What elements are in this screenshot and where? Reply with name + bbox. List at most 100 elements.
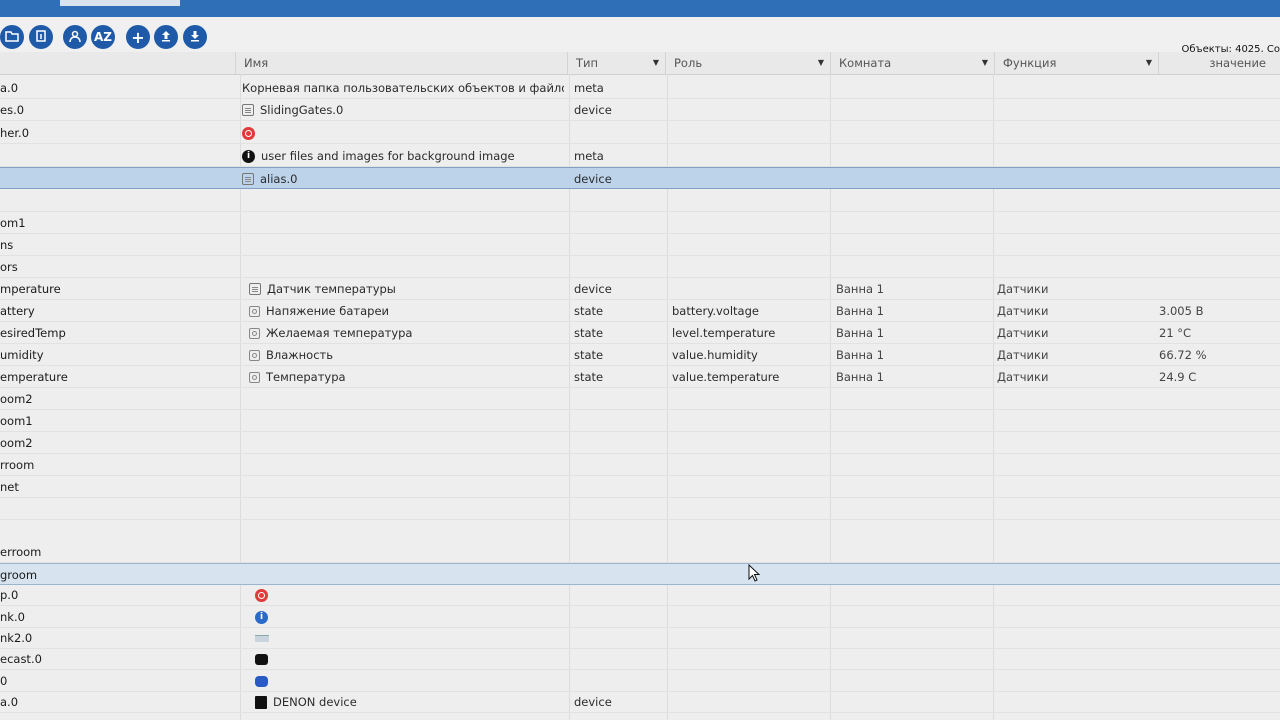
table-row[interactable]: om1 xyxy=(0,212,1280,234)
add-button[interactable]: + xyxy=(126,25,150,49)
table-row[interactable]: ns xyxy=(0,234,1280,256)
object-name-cell xyxy=(242,122,564,144)
object-type-cell xyxy=(574,256,664,278)
table-row[interactable]: oom2 xyxy=(0,432,1280,454)
table-row[interactable] xyxy=(0,190,1280,212)
toolbar: AZ + Объекты: 4025, Со xyxy=(0,17,1280,55)
device-icon xyxy=(242,173,254,185)
table-row[interactable]: a.0 DENON device device xyxy=(0,691,1280,713)
object-function-cell: Датчики xyxy=(997,282,1049,296)
sort-az-button[interactable]: AZ xyxy=(91,25,115,49)
table-row[interactable]: groom xyxy=(0,563,1280,585)
object-name-cell xyxy=(242,432,564,454)
table-row[interactable]: nk.0 i xyxy=(0,606,1280,628)
table-row[interactable]: i user files and images for background im… xyxy=(0,145,1280,167)
object-type-cell xyxy=(574,190,664,212)
column-header-role[interactable]: Роль ▼ xyxy=(665,52,830,74)
upload-button[interactable] xyxy=(154,25,178,49)
object-type-cell xyxy=(574,606,664,628)
column-header-function[interactable]: Функция ▼ xyxy=(994,52,1158,74)
table-row[interactable]: mperature Датчик температуры device Ванна 1… xyxy=(0,278,1280,300)
table-row[interactable]: umidity Влажность state value.humidity Ванна… xyxy=(0,344,1280,366)
object-id-cell: a.0 xyxy=(0,695,19,709)
column-header-room[interactable]: Комната ▼ xyxy=(830,52,994,74)
table-row[interactable]: ors xyxy=(0,256,1280,278)
object-value-cell: 3.005 В xyxy=(1159,304,1204,318)
object-type-cell xyxy=(574,212,664,234)
plus-icon: + xyxy=(131,27,145,47)
cloud-icon xyxy=(255,675,268,687)
object-type-cell xyxy=(574,234,664,256)
object-type-cell: meta xyxy=(574,149,604,163)
object-function-cell: Датчики xyxy=(997,326,1049,340)
object-id-cell: attery xyxy=(0,304,35,318)
object-name-cell xyxy=(255,627,577,649)
document-icon xyxy=(34,29,48,46)
table-row[interactable]: oom1 xyxy=(0,410,1280,432)
object-name-cell: alias.0 xyxy=(242,168,564,190)
object-id-cell: 0 xyxy=(0,674,8,688)
object-function-cell: Датчики xyxy=(997,304,1049,318)
table-row[interactable]: 0 xyxy=(0,670,1280,692)
object-id-cell xyxy=(0,498,230,520)
object-name-cell xyxy=(242,410,564,432)
object-room-cell: Ванна 1 xyxy=(836,370,884,384)
table-row[interactable]: attery Напяжение батареи state battery.volt… xyxy=(0,300,1280,322)
download-button[interactable] xyxy=(183,25,207,49)
table-row[interactable]: es.0 SlidingGates.0 device xyxy=(0,99,1280,121)
table-row[interactable]: oom2 xyxy=(0,388,1280,410)
filter-dropdown-icon[interactable]: ▼ xyxy=(982,52,988,74)
object-name-cell xyxy=(255,648,577,670)
object-id-cell: groom xyxy=(0,568,38,582)
table-row[interactable]: nk2.0 xyxy=(0,627,1280,649)
object-function-cell: Датчики xyxy=(997,348,1049,362)
object-name-cell: Температура xyxy=(249,366,571,388)
object-name-cell xyxy=(242,256,564,278)
camera-icon xyxy=(255,653,268,665)
user-button[interactable] xyxy=(63,25,87,49)
table-row[interactable]: ecast.0 xyxy=(0,648,1280,670)
table-row[interactable]: her.0 xyxy=(0,122,1280,144)
object-name-cell: Датчик температуры xyxy=(249,278,571,300)
record-red-icon xyxy=(242,126,255,140)
filter-dropdown-icon[interactable]: ▼ xyxy=(818,52,824,74)
table-row[interactable]: net xyxy=(0,476,1280,498)
table-row[interactable]: p.0 xyxy=(0,584,1280,606)
filter-dropdown-icon[interactable]: ▼ xyxy=(653,52,659,74)
object-value-cell: 24.9 C xyxy=(1159,370,1197,384)
object-id-cell: esiredTemp xyxy=(0,326,66,340)
object-type-cell xyxy=(574,454,664,476)
table-row[interactable]: rroom xyxy=(0,454,1280,476)
object-id-cell: net xyxy=(0,480,19,494)
object-name-label: Корневая папка пользовательских объектов… xyxy=(242,81,564,95)
folder-button[interactable] xyxy=(0,25,24,49)
table-row[interactable]: emperature Температура state value.temperat… xyxy=(0,366,1280,388)
object-name-cell: Влажность xyxy=(249,344,571,366)
object-name-cell: i xyxy=(255,606,577,628)
object-type-cell xyxy=(574,388,664,410)
table-row[interactable]: esiredTemp Желаемая температура state level… xyxy=(0,322,1280,344)
table-row[interactable]: alias.0 device xyxy=(0,167,1280,189)
object-name-cell xyxy=(242,541,564,563)
state-icon xyxy=(249,349,260,361)
column-header-name[interactable]: Имя xyxy=(235,52,567,74)
object-id-cell: es.0 xyxy=(0,103,25,117)
column-header-type[interactable]: Тип ▼ xyxy=(567,52,665,74)
object-name-cell xyxy=(242,564,564,586)
user-icon xyxy=(68,29,82,46)
active-tab[interactable] xyxy=(60,0,180,6)
info-blue-icon: i xyxy=(255,610,268,624)
object-id-cell: umidity xyxy=(0,348,44,362)
object-type-cell xyxy=(574,498,664,520)
object-name-cell: i user files and images for background im… xyxy=(242,145,564,167)
table-row[interactable]: a.0 Корневая папка пользовательских объек… xyxy=(0,77,1280,99)
document-button[interactable] xyxy=(29,25,53,49)
table-row[interactable] xyxy=(0,498,1280,520)
table-row[interactable]: erroom xyxy=(0,541,1280,563)
object-type-cell xyxy=(574,564,664,586)
table-header: Имя Тип ▼ Роль ▼ Комната ▼ Функция ▼ значени… xyxy=(0,52,1280,75)
object-type-cell xyxy=(574,648,664,670)
object-role-cell: battery.voltage xyxy=(672,304,759,318)
column-header-value[interactable]: значение xyxy=(1158,52,1280,74)
filter-dropdown-icon[interactable]: ▼ xyxy=(1146,52,1152,74)
